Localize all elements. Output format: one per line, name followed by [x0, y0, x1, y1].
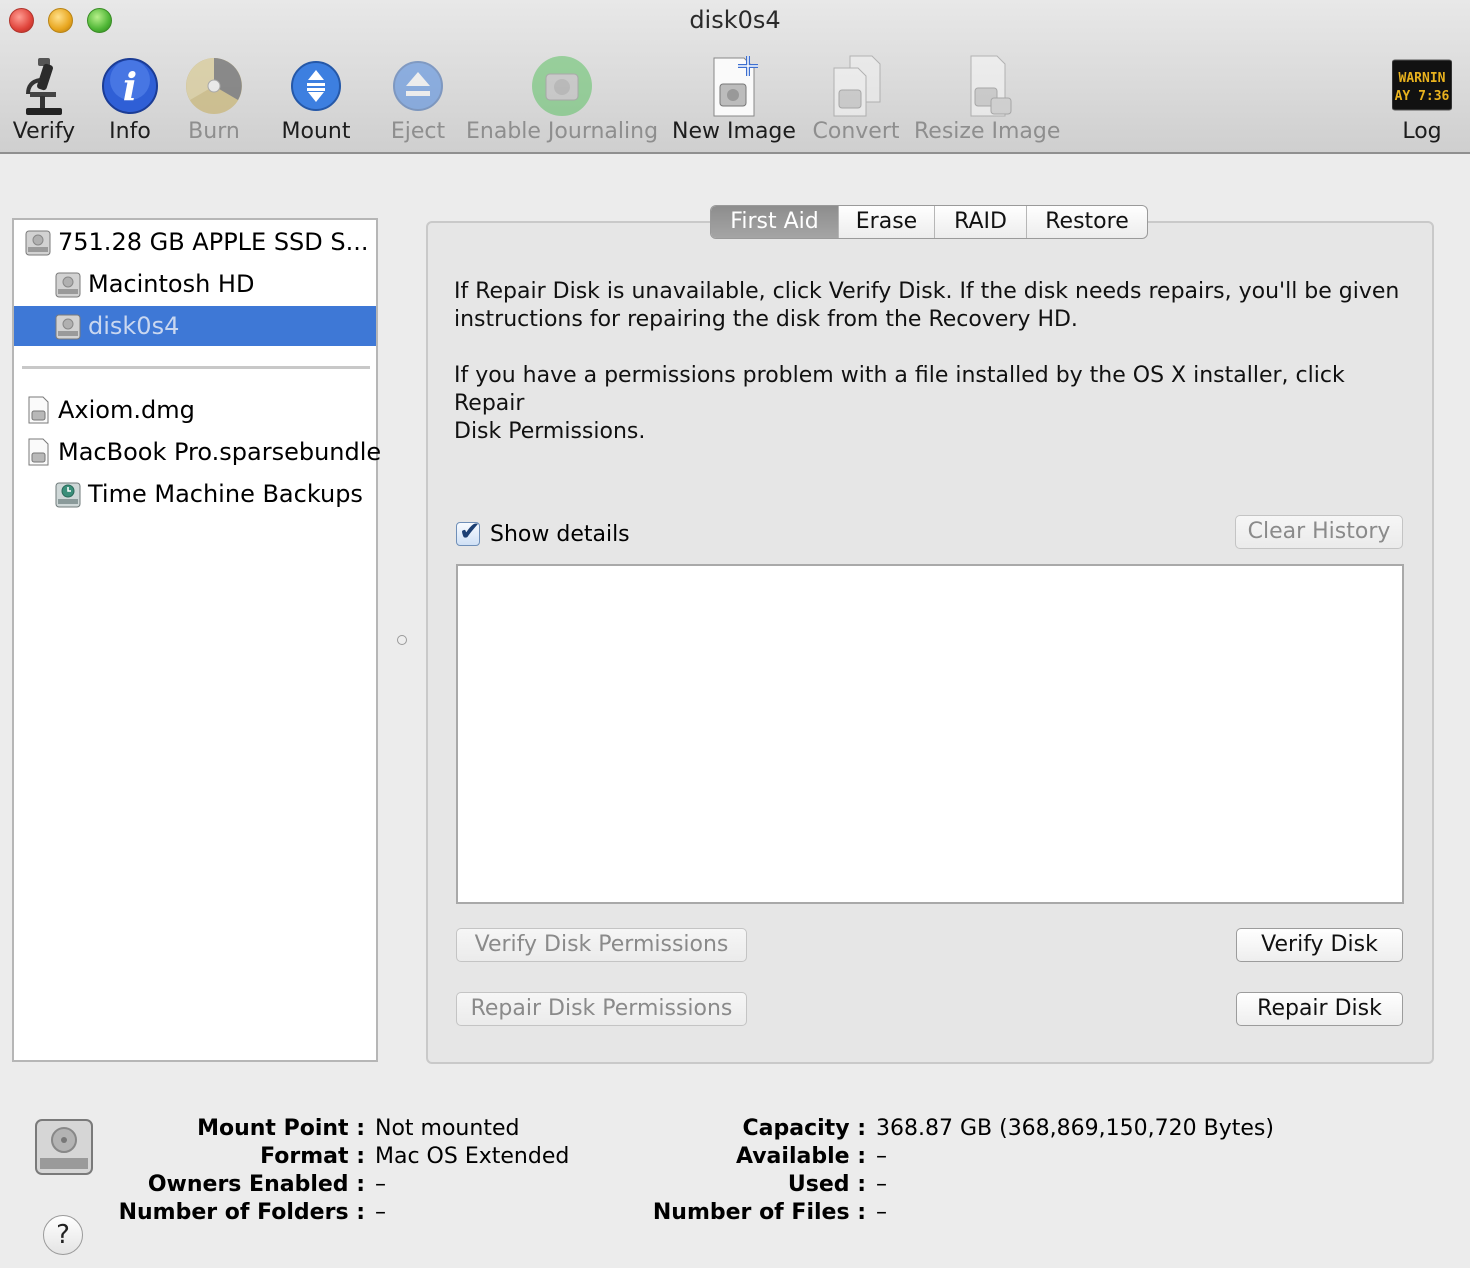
available-value: –	[876, 1144, 887, 1169]
eject-toolbar-button[interactable]: Eject	[382, 54, 454, 150]
verify-label: Verify	[12, 119, 76, 144]
log-label: Log	[1402, 119, 1442, 144]
disk-list-sidebar: 751.28 GB APPLE SSD S... Macintosh HD di…	[12, 218, 381, 1062]
show-details-checkbox[interactable]	[456, 517, 481, 547]
capacity-value: 368.87 GB (368,869,150,720 Bytes)	[876, 1116, 1274, 1141]
show-details-row: Show details	[456, 517, 630, 549]
verify-toolbar-button[interactable]: Verify	[4, 54, 84, 150]
volume-icon	[55, 272, 81, 298]
tab-bar: First Aid Erase RAID Restore	[710, 205, 1148, 239]
resize-image-toolbar-button[interactable]: Resize Image	[914, 54, 1060, 150]
number-of-files-key: Number of Files :	[652, 1200, 866, 1225]
svg-text:WARNIN: WARNIN	[1399, 71, 1446, 86]
new-image-icon	[713, 56, 758, 117]
toolbar: disk0s4 Verify i Info Burn Mount Eject E…	[0, 0, 1470, 154]
sidebar-item-label: Time Machine Backups	[88, 480, 363, 508]
enable-journaling-label: Enable Journaling	[466, 119, 659, 144]
instructions-text-2: If you have a permissions problem with a…	[454, 362, 1414, 446]
show-details-label: Show details	[490, 521, 630, 547]
burn-label: Burn	[188, 119, 240, 144]
microscope-icon	[26, 58, 62, 115]
eject-icon	[393, 61, 443, 111]
clear-history-button[interactable]: Clear History	[1235, 515, 1403, 549]
repair-disk-button[interactable]: Repair Disk	[1236, 992, 1403, 1026]
resize-image-label: Resize Image	[914, 119, 1061, 144]
journaling-icon	[532, 56, 592, 116]
sidebar-item-macintosh-hd[interactable]: Macintosh HD	[14, 264, 376, 304]
convert-icon	[833, 55, 881, 117]
mount-point-key: Mount Point :	[197, 1116, 365, 1141]
sidebar-item-time-machine-backups[interactable]: Time Machine Backups	[14, 474, 376, 514]
convert-label: Convert	[812, 119, 900, 144]
sidebar-item-apple-ssd[interactable]: 751.28 GB APPLE SSD S...	[14, 222, 376, 262]
mount-icon	[291, 61, 341, 111]
volume-icon	[55, 314, 81, 340]
sidebar-divider	[22, 366, 370, 369]
sidebar-item-label: Axiom.dmg	[58, 396, 195, 424]
svg-text:i: i	[123, 64, 137, 109]
split-view-handle[interactable]	[397, 635, 407, 645]
number-of-folders-key: Number of Folders :	[118, 1200, 365, 1225]
internal-disk-icon	[25, 230, 51, 256]
burn-toolbar-button[interactable]: Burn	[178, 54, 250, 150]
sidebar-item-label: MacBook Pro.sparsebundle	[58, 438, 382, 466]
sidebar-item-macbook-pro-sparsebundle[interactable]: MacBook Pro.sparsebundle	[14, 432, 381, 472]
info-icon: i	[102, 58, 158, 114]
verify-disk-permissions-button[interactable]: Verify Disk Permissions	[456, 928, 747, 962]
disk-image-icon	[28, 396, 49, 424]
info-toolbar-button[interactable]: i Info	[94, 54, 166, 150]
tab-first-aid[interactable]: First Aid	[711, 206, 839, 238]
used-key: Used :	[787, 1172, 866, 1197]
details-log-area[interactable]	[456, 564, 1404, 904]
svg-text:AY 7:36: AY 7:36	[1395, 89, 1450, 104]
mount-toolbar-button[interactable]: Mount	[272, 54, 360, 150]
instructions-line: If Repair Disk is unavailable, click Ver…	[454, 279, 1400, 304]
sidebar-item-label: 751.28 GB APPLE SSD S...	[58, 228, 369, 256]
capacity-key: Capacity :	[742, 1116, 866, 1141]
selected-disk-icon	[35, 1119, 93, 1175]
log-toolbar-button[interactable]: WARNIN AY 7:36 Log	[1386, 54, 1458, 150]
burn-icon	[186, 58, 242, 114]
number-of-files-value: –	[876, 1200, 887, 1225]
new-image-label: New Image	[672, 119, 796, 144]
available-key: Available :	[735, 1144, 866, 1169]
tab-restore[interactable]: Restore	[1027, 206, 1147, 238]
instructions-line: Disk Permissions.	[454, 419, 646, 444]
help-button[interactable]: ?	[43, 1215, 83, 1255]
sidebar-item-disk0s4[interactable]: disk0s4	[14, 306, 376, 346]
sidebar-item-axiom-dmg[interactable]: Axiom.dmg	[14, 390, 376, 430]
enable-journaling-toolbar-button[interactable]: Enable Journaling	[466, 54, 658, 150]
format-key: Format :	[260, 1144, 365, 1169]
eject-label: Eject	[390, 119, 446, 144]
convert-toolbar-button[interactable]: Convert	[810, 54, 902, 150]
verify-disk-button[interactable]: Verify Disk	[1236, 928, 1403, 962]
new-image-toolbar-button[interactable]: New Image	[672, 54, 796, 150]
log-icon: WARNIN AY 7:36	[1392, 59, 1452, 111]
window-title: disk0s4	[689, 6, 781, 34]
sidebar-item-label: disk0s4	[88, 312, 180, 340]
repair-disk-permissions-button[interactable]: Repair Disk Permissions	[456, 992, 747, 1026]
used-value: –	[876, 1172, 887, 1197]
instructions-text-1: If Repair Disk is unavailable, click Ver…	[454, 278, 1414, 334]
instructions-line: instructions for repairing the disk from…	[454, 307, 1078, 332]
tab-erase[interactable]: Erase	[839, 206, 935, 238]
tab-raid[interactable]: RAID	[935, 206, 1027, 238]
disk-image-icon	[28, 438, 49, 466]
mount-label: Mount	[281, 119, 351, 144]
instructions-line: If you have a permissions problem with a…	[454, 363, 1345, 416]
resize-image-icon	[970, 55, 1012, 117]
sidebar-item-label: Macintosh HD	[88, 270, 255, 298]
owners-enabled-key: Owners Enabled :	[147, 1172, 365, 1197]
info-label: Info	[109, 119, 151, 144]
time-machine-volume-icon	[55, 482, 81, 508]
